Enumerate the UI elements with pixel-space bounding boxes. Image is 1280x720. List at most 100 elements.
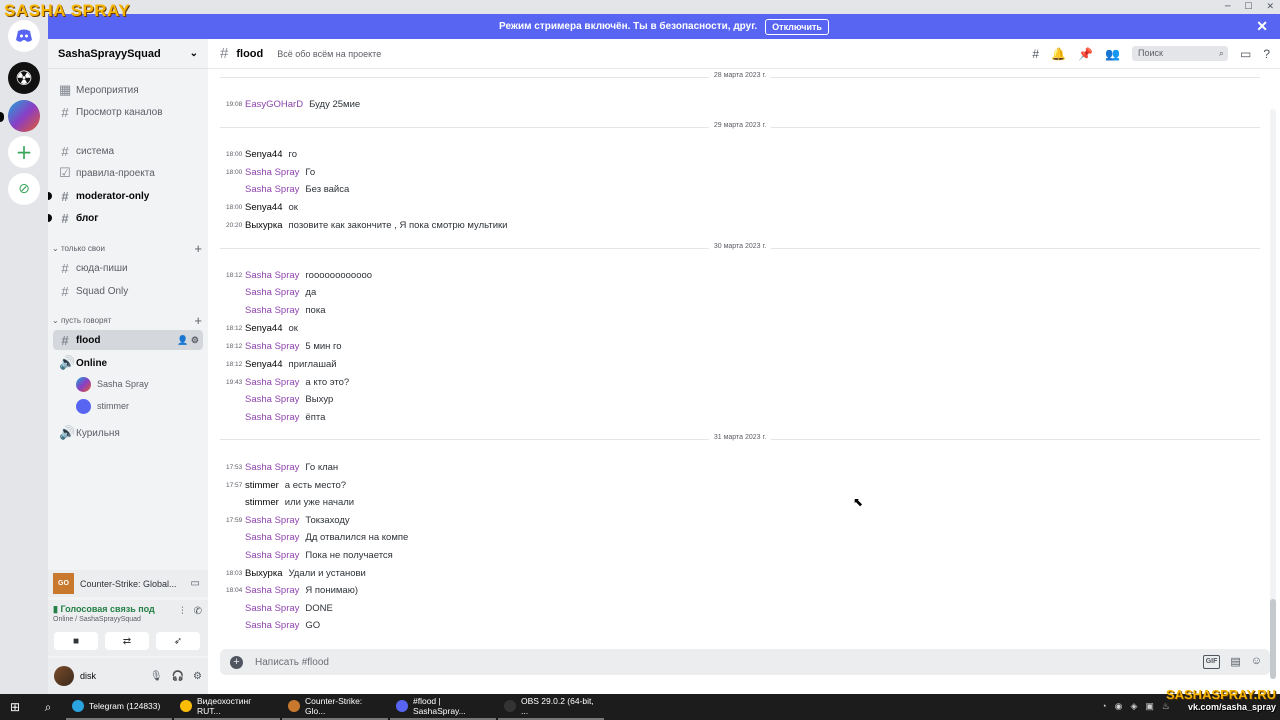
- taskbar-app[interactable]: #flood | SashaSpray...: [390, 694, 496, 720]
- sidebar-item-squad-only[interactable]: # Squad Only: [53, 281, 203, 301]
- voice-user[interactable]: Sasha Spray: [76, 375, 149, 393]
- message-row[interactable]: Sasha Spray GO: [226, 617, 320, 633]
- disconnect-icon[interactable]: ✆: [194, 606, 202, 617]
- add-channel-icon[interactable]: +: [194, 313, 202, 328]
- message-author[interactable]: Senya44: [245, 149, 283, 160]
- message-author[interactable]: stimmer: [245, 497, 279, 508]
- server-icon[interactable]: [8, 100, 40, 132]
- tray-icon[interactable]: ◔: [1101, 701, 1106, 712]
- message-composer[interactable]: + Написать #flood GIF ▤ ☺: [220, 649, 1270, 675]
- taskbar-app[interactable]: OBS 29.0.2 (64-bit, ...: [498, 694, 604, 720]
- sidebar-item-browse[interactable]: # Просмотр каналов: [53, 102, 203, 122]
- channel-topic[interactable]: Всё обо всём на проекте: [277, 49, 381, 59]
- sidebar-item-system[interactable]: # система: [53, 141, 203, 161]
- message-author[interactable]: Sasha Spray: [245, 462, 299, 473]
- message-row[interactable]: 19:43 Sasha Spray а кто это?: [226, 374, 349, 390]
- inbox-icon[interactable]: ▭: [1240, 47, 1251, 61]
- sidebar-item-smoking-room[interactable]: 🔊 Курильня: [53, 423, 203, 443]
- message-row[interactable]: 18:12 Senya44 ок: [226, 320, 298, 336]
- message-author[interactable]: Senya44: [245, 202, 283, 213]
- message-row[interactable]: 18:04 Sasha Spray Я понимаю): [226, 582, 358, 598]
- message-row[interactable]: stimmer или уже начали: [226, 494, 354, 510]
- message-author[interactable]: Sasha Spray: [245, 603, 299, 614]
- message-row[interactable]: Sasha Spray Дд отвалился на компе: [226, 529, 408, 545]
- message-row[interactable]: Sasha Spray Пока не получается: [226, 547, 393, 563]
- message-row[interactable]: Sasha Spray ёпта: [226, 409, 325, 425]
- message-input[interactable]: Написать #flood: [255, 657, 329, 668]
- message-row[interactable]: 20:20 Выхурка позовите как закончите , Я п…: [226, 217, 507, 233]
- maximize-icon[interactable]: ☐: [1244, 0, 1252, 14]
- close-window-icon[interactable]: ✕: [1266, 0, 1274, 14]
- activity-bar[interactable]: GO Counter-Strike: Global... ▭: [48, 570, 208, 597]
- search-icon[interactable]: ⌕: [30, 700, 66, 715]
- message-row[interactable]: Sasha Spray пока: [226, 302, 325, 318]
- message-row[interactable]: 18:12 Senya44 приглашай: [226, 356, 337, 372]
- message-author[interactable]: Sasha Spray: [245, 167, 299, 178]
- message-author[interactable]: Sasha Spray: [245, 377, 299, 388]
- server-header[interactable]: SashaSprayySquad ⌄: [48, 39, 208, 69]
- sidebar-item-moderator-only[interactable]: # moderator-only: [48, 186, 203, 206]
- members-icon[interactable]: 👥: [1105, 47, 1120, 61]
- message-author[interactable]: Sasha Spray: [245, 620, 299, 631]
- activity-button[interactable]: ➶: [156, 632, 200, 650]
- message-row[interactable]: 18:00 Senya44 го: [226, 146, 297, 162]
- tray-icon[interactable]: ◉: [1115, 701, 1123, 712]
- message-author[interactable]: Sasha Spray: [245, 305, 299, 316]
- message-row[interactable]: 17:59 Sasha Spray Токзаходу: [226, 512, 350, 528]
- message-author[interactable]: Sasha Spray: [245, 341, 299, 352]
- help-icon[interactable]: ?: [1263, 47, 1270, 61]
- bell-icon[interactable]: 🔔: [1051, 47, 1066, 61]
- pin-icon[interactable]: 📌: [1078, 47, 1093, 61]
- attach-icon[interactable]: +: [230, 655, 243, 669]
- taskbar-app[interactable]: Telegram (124833): [66, 694, 172, 720]
- message-author[interactable]: Sasha Spray: [245, 270, 299, 281]
- sidebar-item-write-here[interactable]: # сюда-пиши: [53, 258, 203, 278]
- message-author[interactable]: Sasha Spray: [245, 532, 299, 543]
- username[interactable]: disk: [80, 671, 96, 681]
- message-row[interactable]: Sasha Spray Без вайса: [226, 181, 349, 197]
- sidebar-item-events[interactable]: ▦ Мероприятия: [53, 80, 203, 100]
- message-author[interactable]: Sasha Spray: [245, 515, 299, 526]
- threads-icon[interactable]: #: [1032, 47, 1039, 61]
- message-author[interactable]: Выхурка: [245, 220, 283, 231]
- microphone-icon[interactable]: 🎙: [150, 671, 163, 682]
- message-row[interactable]: Sasha Spray DONE: [226, 600, 333, 616]
- message-row[interactable]: 17:57 stimmer а есть место?: [226, 477, 346, 493]
- message-author[interactable]: Senya44: [245, 359, 283, 370]
- message-author[interactable]: Выхурка: [245, 568, 283, 579]
- message-row[interactable]: 18:03 Выхурка Удали и установи: [226, 565, 366, 581]
- radiation-icon[interactable]: ☢: [8, 62, 40, 94]
- message-author[interactable]: EasyGOHarD: [245, 99, 303, 110]
- gear-icon[interactable]: ⚙: [193, 671, 202, 682]
- tray-icon[interactable]: ◈: [1130, 701, 1137, 712]
- headphones-icon[interactable]: 🎧: [172, 671, 184, 682]
- message-row[interactable]: 17:53 Sasha Spray Го клан: [226, 459, 338, 475]
- category-header[interactable]: ⌄ только свои +: [52, 241, 202, 256]
- taskbar-app[interactable]: Видеохостинг RUT...: [174, 694, 280, 720]
- voice-user[interactable]: stimmer: [76, 397, 129, 415]
- screen-share-button[interactable]: ⇄: [105, 632, 149, 650]
- screen-share-icon[interactable]: ▭: [191, 578, 200, 589]
- emoji-icon[interactable]: ☺: [1251, 655, 1262, 669]
- message-author[interactable]: Sasha Spray: [245, 184, 299, 195]
- taskbar-app[interactable]: Counter-Strike: Glo...: [282, 694, 388, 720]
- category-header[interactable]: ⌄ пусть говорят +: [52, 313, 202, 328]
- message-author[interactable]: Sasha Spray: [245, 550, 299, 561]
- message-row[interactable]: Sasha Spray Выхур: [226, 391, 333, 407]
- sidebar-item-flood[interactable]: # flood 👤 ⚙: [53, 330, 203, 350]
- scrollbar[interactable]: [1270, 109, 1276, 679]
- sticker-icon[interactable]: ▤: [1230, 655, 1240, 669]
- close-icon[interactable]: ✕: [1256, 18, 1268, 35]
- message-author[interactable]: Sasha Spray: [245, 585, 299, 596]
- channel-settings-icon[interactable]: 👤 ⚙: [177, 335, 199, 346]
- add-server-icon[interactable]: +: [8, 136, 40, 168]
- message-author[interactable]: Sasha Spray: [245, 394, 299, 405]
- sidebar-item-rules[interactable]: ☑ правила-проекта: [53, 163, 203, 183]
- message-row[interactable]: 18:00 Senya44 ок: [226, 199, 298, 215]
- message-author[interactable]: Senya44: [245, 323, 283, 334]
- message-author[interactable]: stimmer: [245, 480, 279, 491]
- message-author[interactable]: Sasha Spray: [245, 287, 299, 298]
- discord-icon[interactable]: [8, 20, 40, 52]
- scrollbar-thumb[interactable]: [1270, 599, 1276, 679]
- message-row[interactable]: 18:12 Sasha Spray гоооооооооооо: [226, 267, 372, 283]
